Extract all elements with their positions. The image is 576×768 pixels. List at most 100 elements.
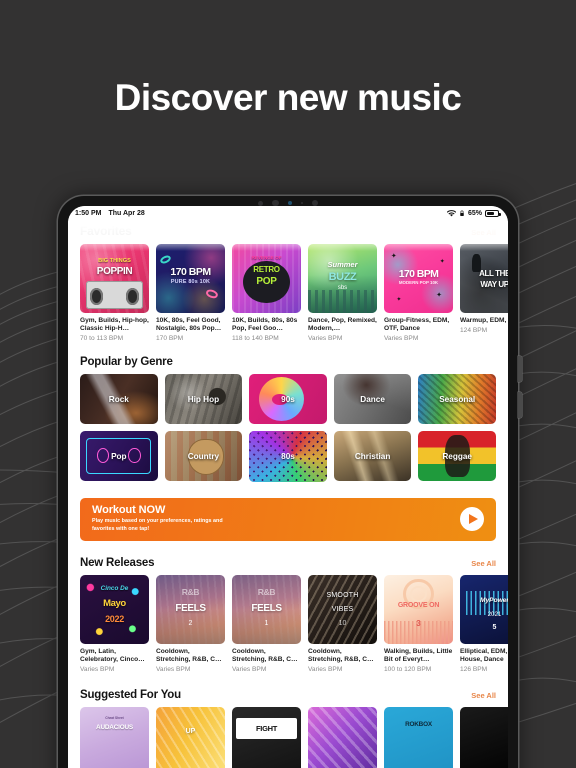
microphone-dot [300,201,303,205]
new-releases-header: New Releases See All [68,557,508,569]
suggested-see-all-link[interactable]: See All [471,691,496,700]
play-icon[interactable] [460,507,484,531]
genre-label: Christian [354,451,391,461]
genre-tile-80s[interactable]: 80s [249,431,327,482]
album-art-title-2: POP [256,276,277,288]
album-art-line2: 2021 [487,610,502,618]
album-art[interactable]: SMOOTH VIBES 10 [308,574,377,644]
genre-label: Rock [108,394,129,404]
favorites-rail[interactable]: BIG THINGS POPPIN Gym, Builds, Hip-hop, … [68,244,508,342]
genre-tile-seasonal[interactable]: Seasonal [418,374,496,425]
album-art-number: 1 [264,620,269,628]
genre-tile-reggae[interactable]: Reggae [418,431,496,482]
album-art-subtitle: PURE 80s 10K [170,278,211,285]
album-title: Group-Fitness, EDM, OTF, Dance [384,317,450,333]
album-bpm: Varies BPM [156,665,191,673]
album-art[interactable]: Summer BUZZ sbs [308,244,377,313]
new-releases-rail[interactable]: Cinco De Mayo 2022 Gym, Latin, Celebrato… [68,574,508,673]
album-art[interactable]: UP [156,706,225,768]
album-art[interactable]: FIGHT [232,706,301,768]
album-card[interactable] [308,706,377,768]
status-bar-date: Thu Apr 28 [108,210,145,217]
album-art[interactable]: R&B FEELS 2 [156,574,225,644]
album-card[interactable]: FIGHT [232,706,301,768]
album-bpm: 70 to 113 BPM [80,335,124,343]
album-art-number: 5 [492,624,497,632]
album-card[interactable]: Cinco De Mayo 2022 Gym, Latin, Celebrato… [80,574,149,673]
album-art-subtitle: REVENGE OF [251,254,282,260]
album-art[interactable]: R&B FEELS 1 [232,574,301,644]
album-card[interactable]: ROKBOX [384,706,453,768]
album-card[interactable]: Summer BUZZ sbs Dance, Pop, Remixed, Mod… [308,244,377,342]
volume-down-button[interactable] [518,392,522,418]
album-card[interactable] [460,706,508,768]
genre-tile-dance[interactable]: Dance [333,374,412,425]
workout-now-banner[interactable]: Workout NOW Play music based on your pre… [80,497,496,541]
album-art[interactable]: 170 BPM PURE 80s 10K [156,244,225,313]
album-art[interactable]: MyPower 2021 5 [460,574,508,644]
album-title: Warmup, EDM, [460,317,507,324]
album-meta: Cooldown, Stretching, R&B, C… Varies BPM [232,648,301,673]
album-bpm: 118 to 140 BPM [232,335,279,343]
album-card[interactable]: MyPower 2021 5 Elliptical, EDM, House, D… [460,574,508,673]
album-bpm: Varies BPM [80,665,115,673]
genre-tile-christian[interactable]: Christian [333,431,412,482]
album-art[interactable]: BIG THINGS POPPIN [80,244,149,313]
album-art[interactable]: REVENGE OF RETRO POP [232,244,301,313]
album-meta: Gym, Builds, Hip-hop, Classic Hip-H… 70 … [80,317,149,342]
album-card[interactable]: UP [156,706,225,768]
album-art-title: ALL THE [479,269,508,279]
camera-dot [258,200,263,206]
album-art-line2: FEELS [251,603,282,615]
album-title: Cooldown, Stretching, R&B, C… [156,647,222,663]
album-title: Dance, Pop, Remixed, Modern,… [308,317,377,333]
album-card[interactable]: BIG THINGS POPPIN Gym, Builds, Hip-hop, … [80,244,149,342]
genre-grid[interactable]: Rock Hip Hop 90s Dance Seasonal Pop Coun… [80,374,496,482]
album-card[interactable]: SMOOTH VIBES 10 Cooldown, Stretching, R&… [308,574,377,673]
banner-title: Workout NOW [92,504,166,517]
genre-label: Seasonal [439,394,476,404]
battery-percent-label: 65% [467,210,482,217]
album-card[interactable]: 170 BPM PURE 80s 10K 10K, 80s, Feel Good… [156,244,225,342]
album-card[interactable]: R&B FEELS 2 Cooldown, Stretching, R&B, C… [156,574,225,673]
volume-up-button[interactable] [518,356,522,382]
album-card[interactable]: REVENGE OF RETRO POP 10K, Builds, 80s, 8… [232,244,301,342]
album-card[interactable]: GROOVE ON 3 Walking, Builds, Little Bit … [384,574,453,673]
genre-tile-hip-hop[interactable]: Hip Hop [164,374,243,425]
album-art-line1: Cinco De [100,584,129,592]
status-bar-time: 1:50 PM [75,210,102,217]
genre-tile-country[interactable]: Country [164,431,243,482]
album-art[interactable]: ✦ ✦ ✦ ✦ 170 BPM MODERN POP 10K [384,244,453,313]
genre-label: Pop [111,451,127,461]
album-art[interactable]: ROKBOX [384,706,453,768]
album-title: Cooldown, Stretching, R&B, C… [308,647,374,663]
favorites-header: Favorites See All [68,224,508,238]
album-art[interactable] [460,706,508,768]
app-content[interactable]: Favorites See All BIG THINGS POPPIN Gym,… [68,221,508,768]
sensor-indicator-dot [287,201,292,205]
album-art[interactable]: GROOVE ON 3 [384,574,453,644]
favorites-see-all-link[interactable]: See All [471,228,496,237]
album-meta: Gym, Latin, Celebratory, Cinco… Varies B… [80,648,149,673]
new-releases-see-all-link[interactable]: See All [471,559,496,568]
album-art-line1: GROOVE ON [397,602,440,610]
album-card[interactable]: ✦ ✦ ✦ ✦ 170 BPM MODERN POP 10K Group-Fit… [384,244,453,342]
suggested-rail[interactable]: Cheat Sheet AUDACIOUS UP FIGHT ROKBOX [68,706,508,768]
album-bpm: Varies BPM [308,335,343,343]
album-title: 10K, 80s, Feel Good, Nostalgic, 80s Pop… [156,317,222,333]
genre-tile-pop[interactable]: Pop [80,431,158,482]
album-art[interactable]: Cinco De Mayo 2022 [80,574,149,644]
genre-tile-90s[interactable]: 90s [249,374,327,425]
album-card[interactable]: Cheat Sheet AUDACIOUS [80,706,149,768]
album-title: 10K, Builds, 80s, 80s Pop, Feel Goo… [232,317,298,333]
album-art-subtitle: Summer [327,259,358,269]
album-card[interactable]: R&B FEELS 1 Cooldown, Stretching, R&B, C… [232,574,301,673]
album-meta: Warmup, EDM, 124 BPM [460,317,508,334]
album-card[interactable]: ALL THE WAY UP Warmup, EDM, 124 BPM [460,244,508,342]
album-art[interactable] [308,706,377,768]
album-art[interactable]: Cheat Sheet AUDACIOUS [80,706,149,768]
genre-tile-rock[interactable]: Rock [80,374,158,425]
album-art-brand: sbs [337,285,348,292]
album-bpm: Varies BPM [232,665,267,673]
album-art[interactable]: ALL THE WAY UP [460,244,508,313]
